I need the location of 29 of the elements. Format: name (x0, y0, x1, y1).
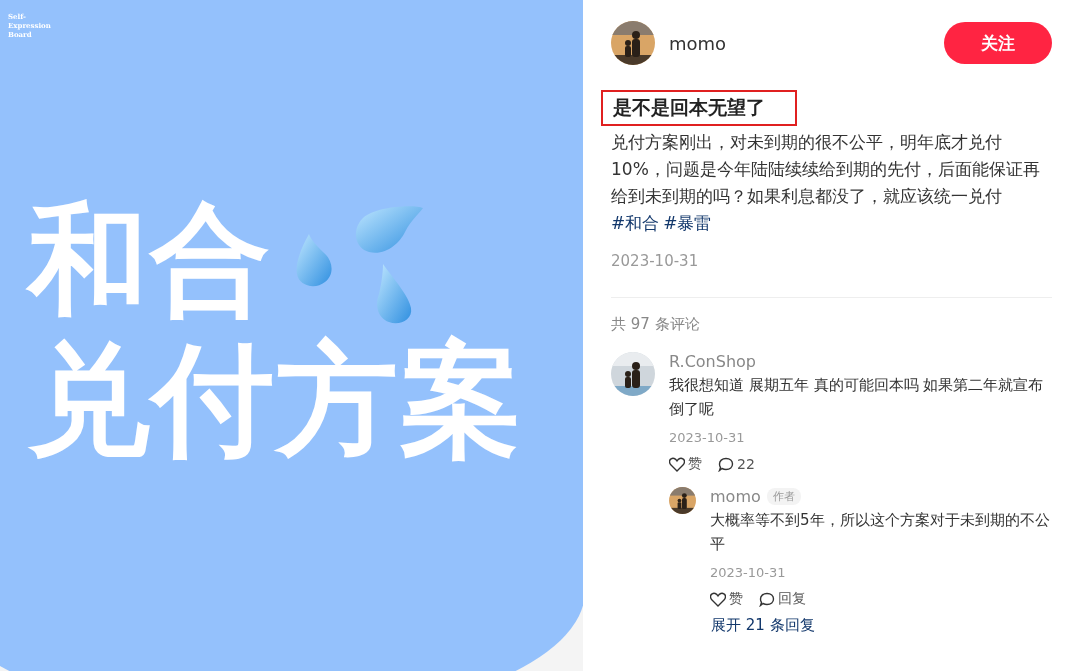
post-body: 兑付方案刚出，对未到期的很不公平，明年底才兑付10%，问题是今年陆陆续续给到期的先付，后面能保证再给到未到期的吗？如果利息都没了，就应该统一兑付 (611, 131, 1041, 208)
headline: 兑付方案 (28, 330, 524, 470)
comment-date: 2023-10-31 (669, 430, 746, 445)
reply-button[interactable]: 22 (718, 455, 755, 473)
heart-icon (669, 456, 685, 472)
comment-date: 2023-10-31 (710, 565, 787, 580)
comment-text: 大概率等不到5年，所以这个方案对于未到期的不公平 (710, 510, 1051, 555)
commenter-name[interactable]: momo (710, 487, 761, 506)
author-badge: 作者 (766, 488, 801, 505)
avatar[interactable] (611, 352, 655, 396)
like-button[interactable]: 赞 (710, 590, 743, 608)
hashtag-link[interactable]: #和合 (611, 210, 660, 237)
expand-replies-link[interactable]: 展开 21 条回复 (711, 616, 815, 635)
commenter-name[interactable]: R.ConShop (669, 352, 1055, 371)
comment-count: 共 97 条评论 (611, 315, 701, 334)
comment-text: 我很想知道 展期五年 真的可能回本吗 如果第二年就宣布倒了呢 (669, 375, 1045, 420)
heart-icon (710, 591, 726, 607)
reply-button[interactable]: 回复 (759, 590, 806, 608)
post-date: 2023-10-31 (611, 252, 700, 270)
like-button[interactable]: 赞 (669, 455, 702, 473)
avatar[interactable] (611, 21, 655, 65)
post-title: 是不是回本无望了 (601, 90, 797, 126)
comment-icon (718, 456, 734, 472)
comment-icon (759, 591, 775, 607)
author-name[interactable]: momo (669, 32, 727, 54)
avatar[interactable] (669, 487, 696, 514)
sweat-drops-icon (295, 204, 425, 326)
follow-button[interactable]: 关注 (944, 22, 1052, 64)
hashtag-link[interactable]: #暴雷 (663, 210, 712, 237)
